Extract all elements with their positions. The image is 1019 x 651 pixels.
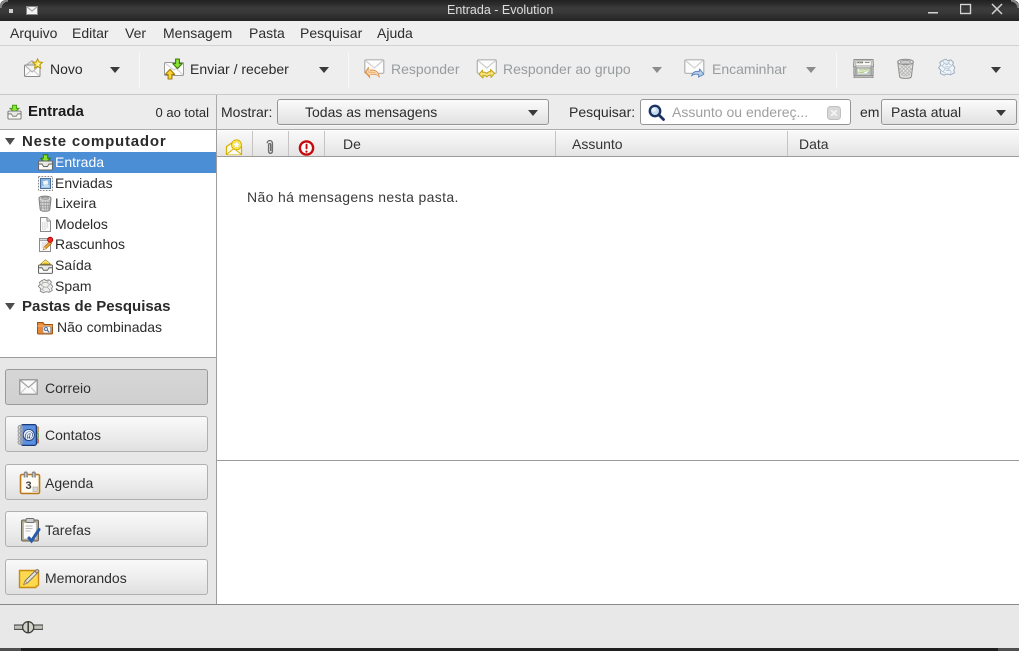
svg-text:3: 3: [25, 480, 31, 492]
svg-text:@: @: [24, 431, 33, 442]
